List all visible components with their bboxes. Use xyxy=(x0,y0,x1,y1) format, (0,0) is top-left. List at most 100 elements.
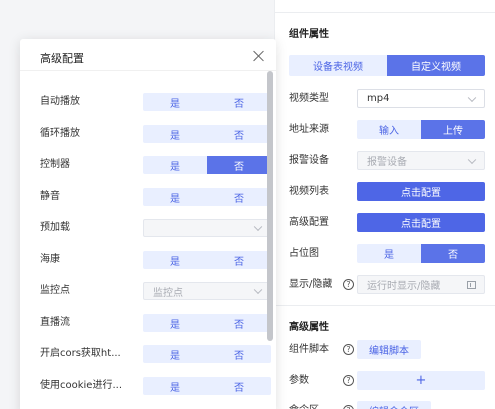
dialog-row-label: 海康 xyxy=(40,254,60,265)
toggle-no-option[interactable]: 否 xyxy=(207,188,271,206)
dialog-row-label: 自动播放 xyxy=(40,96,80,107)
toggle-no-option[interactable]: 否 xyxy=(207,377,271,395)
add-param-button[interactable]: + xyxy=(357,371,485,390)
toggle-no-option[interactable]: 否 xyxy=(207,345,271,363)
show-hide-label: 显示/隐藏 xyxy=(289,279,333,290)
dialog-row: 海康 是否 xyxy=(40,251,271,269)
app-root: 组件属性 设备表视频 自定义视频 视频类型 mp4 地址来源 输入 上传 报警设… xyxy=(0,0,495,409)
params-label: 参数 xyxy=(289,375,309,386)
yes-no-toggle: 是否 xyxy=(143,125,271,143)
video-list-label: 视频列表 xyxy=(289,186,329,197)
dialog-row-label: 预加载 xyxy=(40,222,70,233)
command-area-row: 命令区 ? 编辑命令区 xyxy=(289,401,489,409)
placeholder-image-row: 占位图 是 否 xyxy=(289,244,489,263)
show-hide-row: 显示/隐藏 ? 运行时显示/隐藏 xyxy=(289,275,489,294)
dialog-row: 开启cors获取ht... 是否 xyxy=(40,345,271,363)
toggle-no-option[interactable]: 否 xyxy=(207,125,271,143)
dialog-row: 预加载 xyxy=(40,219,271,237)
component-properties-title: 组件属性 xyxy=(289,29,329,40)
alarm-device-placeholder: 报警设备 xyxy=(367,157,407,168)
show-hide-placeholder: 运行时显示/隐藏 xyxy=(367,281,441,292)
toggle-no-option[interactable]: 否 xyxy=(207,156,271,174)
dialog-row: 自动播放 是否 xyxy=(40,93,271,111)
command-area-label: 命令区 xyxy=(289,401,319,409)
dialog-select[interactable]: 监控点 xyxy=(143,282,271,300)
dialog-row: 控制器 是否 xyxy=(40,156,271,174)
toggle-yes-option[interactable]: 是 xyxy=(143,125,207,143)
placeholder-image-no[interactable]: 否 xyxy=(421,244,485,263)
help-icon[interactable]: ? xyxy=(343,405,354,409)
show-hide-input[interactable]: 运行时显示/隐藏 xyxy=(357,275,485,294)
toggle-yes-option[interactable]: 是 xyxy=(143,251,207,269)
chevron-down-icon xyxy=(253,285,263,295)
dialog-scrollbar[interactable] xyxy=(266,71,274,409)
dialog-row-label: 直播流 xyxy=(40,317,70,328)
yes-no-toggle: 是否 xyxy=(143,93,271,111)
component-script-row: 组件脚本 ? 编辑脚本 xyxy=(289,340,489,359)
toggle-yes-option[interactable]: 是 xyxy=(143,377,207,395)
tab-device-video[interactable]: 设备表视频 xyxy=(289,55,387,76)
chevron-down-icon xyxy=(467,155,477,164)
chevron-down-icon xyxy=(253,222,263,232)
close-icon[interactable] xyxy=(252,49,266,63)
toggle-no-option[interactable]: 否 xyxy=(207,93,271,111)
help-icon[interactable]: ? xyxy=(343,344,354,355)
address-source-label: 地址来源 xyxy=(289,124,329,135)
alarm-device-row: 报警设备 报警设备 xyxy=(289,151,489,170)
video-source-tabs: 设备表视频 自定义视频 xyxy=(289,55,485,76)
dialog-row-label: 监控点 xyxy=(40,285,70,296)
toggle-yes-option[interactable]: 是 xyxy=(143,314,207,332)
help-icon[interactable]: ? xyxy=(343,375,354,386)
toggle-yes-option[interactable]: 是 xyxy=(143,345,207,363)
advanced-config-row: 高级配置 点击配置 xyxy=(289,213,489,232)
dialog-row-label: 使用cookie进行... xyxy=(40,380,122,391)
advanced-config-button[interactable]: 点击配置 xyxy=(357,213,485,232)
section-divider xyxy=(275,305,495,306)
placeholder-image-yes[interactable]: 是 xyxy=(357,244,421,263)
yes-no-toggle: 是否 xyxy=(143,156,271,174)
address-source-row: 地址来源 输入 上传 xyxy=(289,120,489,139)
video-type-value: mp4 xyxy=(367,93,390,104)
dialog-row-label: 循环播放 xyxy=(40,128,80,139)
dialog-row-label: 静音 xyxy=(40,191,60,202)
dialog-title: 高级配置 xyxy=(40,52,84,65)
dialog-row: 循环播放 是否 xyxy=(40,125,271,143)
video-list-row: 视频列表 点击配置 xyxy=(289,182,489,201)
yes-no-toggle: 是否 xyxy=(143,345,271,363)
yes-no-toggle: 是否 xyxy=(143,377,271,395)
panel-top-divider xyxy=(275,0,495,13)
dialog-row-label: 控制器 xyxy=(40,159,70,170)
video-list-config-button[interactable]: 点击配置 xyxy=(357,182,485,201)
video-type-label: 视频类型 xyxy=(289,93,329,104)
advanced-properties-title: 高级属性 xyxy=(289,322,329,333)
code-editor-icon[interactable] xyxy=(467,281,476,289)
advanced-config-label: 高级配置 xyxy=(289,217,329,228)
address-source-input-option[interactable]: 输入 xyxy=(357,120,421,139)
edit-command-button[interactable]: 编辑命令区 xyxy=(357,401,431,409)
placeholder-image-label: 占位图 xyxy=(289,248,319,259)
video-type-row: 视频类型 mp4 xyxy=(289,89,489,108)
tab-custom-video[interactable]: 自定义视频 xyxy=(387,55,485,76)
dialog-row: 直播流 是否 xyxy=(40,314,271,332)
chevron-down-icon xyxy=(467,93,477,102)
alarm-device-label: 报警设备 xyxy=(289,155,329,166)
dialog-row: 使用cookie进行... 是否 xyxy=(40,377,271,395)
edit-script-button[interactable]: 编辑脚本 xyxy=(357,340,421,359)
toggle-no-option[interactable]: 否 xyxy=(207,314,271,332)
address-source-upload-option[interactable]: 上传 xyxy=(421,120,485,139)
placeholder-image-toggle: 是 否 xyxy=(357,244,485,263)
yes-no-toggle: 是否 xyxy=(143,251,271,269)
toggle-yes-option[interactable]: 是 xyxy=(143,156,207,174)
dialog-scrollbar-thumb[interactable] xyxy=(267,71,273,341)
toggle-no-option[interactable]: 否 xyxy=(207,251,271,269)
component-script-label: 组件脚本 xyxy=(289,344,329,355)
toggle-yes-option[interactable]: 是 xyxy=(143,93,207,111)
dialog-row: 静音 是否 xyxy=(40,188,271,206)
dialog-select[interactable] xyxy=(143,219,271,237)
video-type-select[interactable]: mp4 xyxy=(357,89,485,108)
dialog-row: 监控点 监控点 xyxy=(40,282,271,300)
help-icon[interactable]: ? xyxy=(343,279,354,290)
alarm-device-select[interactable]: 报警设备 xyxy=(357,151,485,170)
toggle-yes-option[interactable]: 是 xyxy=(143,188,207,206)
address-source-toggle: 输入 上传 xyxy=(357,120,485,139)
